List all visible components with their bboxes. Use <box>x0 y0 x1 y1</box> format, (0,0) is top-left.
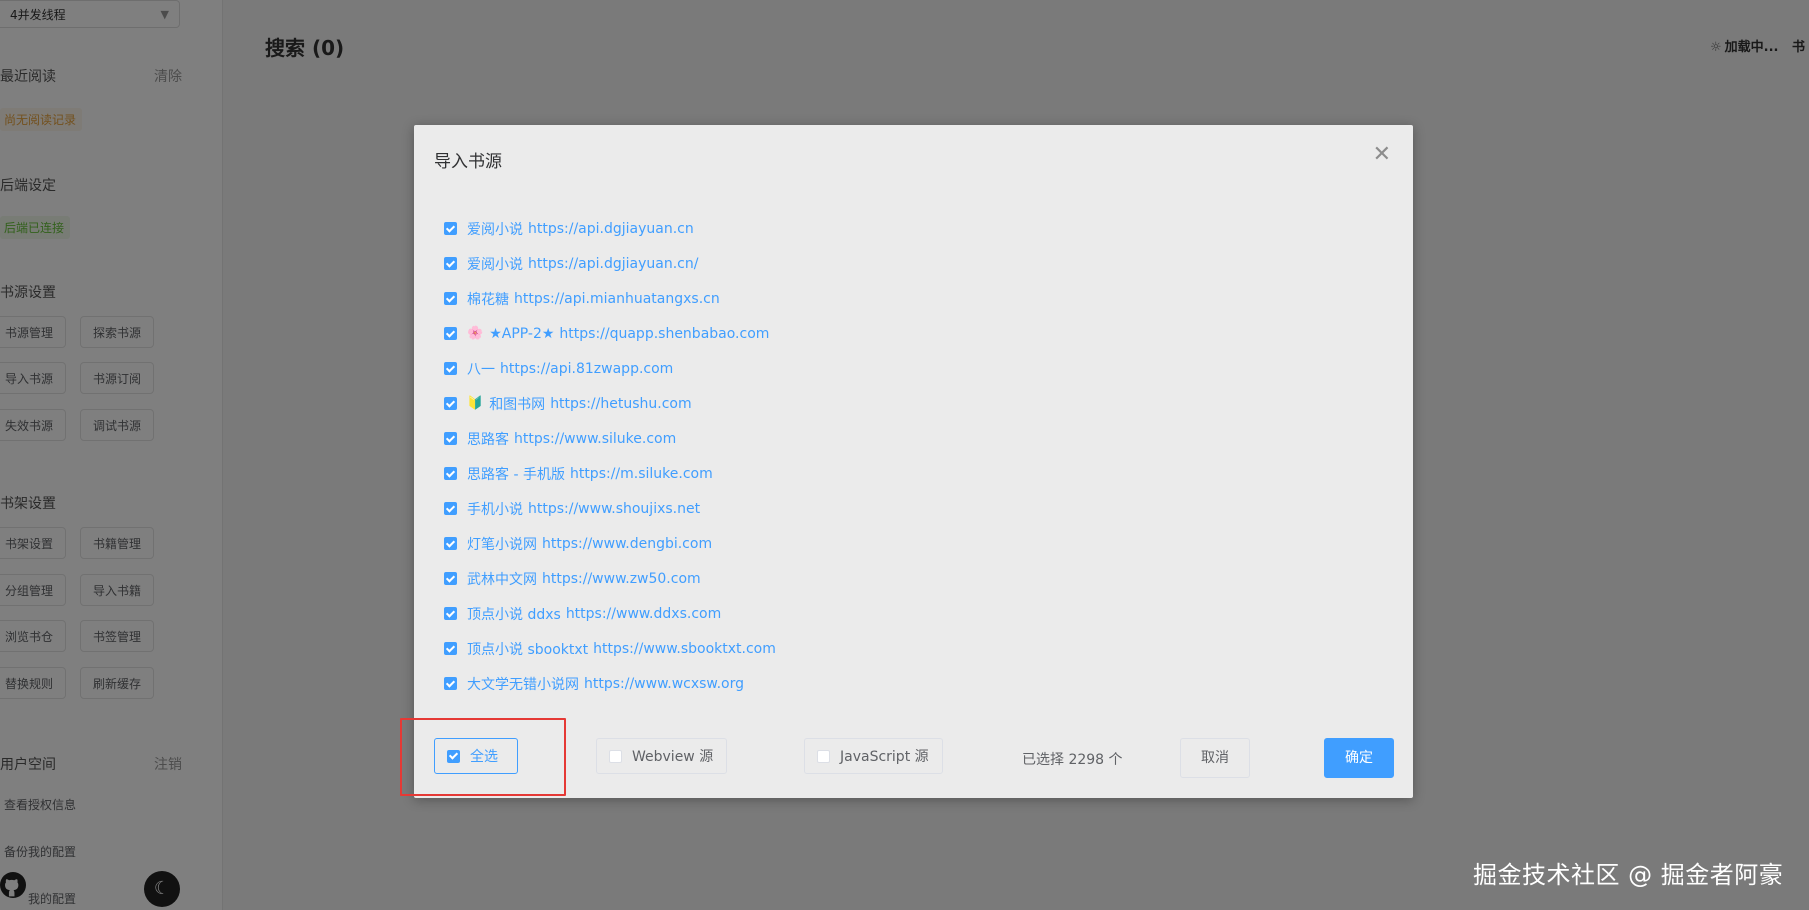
source-url: https://www.dengbi.com <box>542 535 713 552</box>
webview-label: Webview 源 <box>632 749 714 765</box>
source-item[interactable]: 🔰 和图书网 https://hetushu.com <box>444 386 776 421</box>
source-url: https://hetushu.com <box>550 395 692 412</box>
webview-check-icon <box>609 749 622 763</box>
source-url: https://api.mianhuatangxs.cn <box>514 290 720 307</box>
source-item[interactable]: 大文学无错小说网 https://www.wcxsw.org <box>444 666 776 701</box>
watermark: 掘金技术社区 @ 掘金者阿豪 <box>1473 861 1784 889</box>
javascript-label: JavaScript 源 <box>840 749 929 765</box>
source-checkbox-icon[interactable] <box>444 397 457 410</box>
source-name: 灯笔小说网 <box>467 536 537 553</box>
source-checkbox-icon[interactable] <box>444 362 457 375</box>
source-checkbox-icon[interactable] <box>444 537 457 550</box>
source-name: 大文学无错小说网 <box>467 676 579 693</box>
source-item[interactable]: 顶点小说 sbooktxt https://www.sbooktxt.com <box>444 631 776 666</box>
import-source-dialog: 导入书源 ✕ 爱阅小说 https://api.dgjiayuan.cn 爱阅小说 h… <box>414 125 1413 798</box>
source-item[interactable]: 思路客 - 手机版 https://m.siluke.com <box>444 456 776 491</box>
source-url: https://www.ddxs.com <box>565 605 722 622</box>
source-url: https://m.siluke.com <box>569 465 713 482</box>
source-list: 爱阅小说 https://api.dgjiayuan.cn 爱阅小说 https://… <box>444 211 776 701</box>
confirm-button[interactable]: 确定 <box>1324 738 1394 778</box>
source-checkbox-icon[interactable] <box>444 677 457 690</box>
source-checkbox-icon[interactable] <box>444 327 457 340</box>
source-name: 顶点小说 sbooktxt <box>467 641 589 658</box>
source-url: https://api.dgjiayuan.cn <box>528 220 694 237</box>
source-item[interactable]: 思路客 https://www.siluke.com <box>444 421 776 456</box>
source-checkbox-icon[interactable] <box>444 502 457 515</box>
source-url: https://www.zw50.com <box>542 570 701 587</box>
cancel-button[interactable]: 取消 <box>1180 738 1250 778</box>
source-url: https://www.siluke.com <box>514 430 677 447</box>
source-checkbox-icon[interactable] <box>444 467 457 480</box>
source-item[interactable]: 八一 https://api.81zwapp.com <box>444 351 776 386</box>
selected-count: 已选择 2298 个 <box>1022 752 1123 768</box>
source-name: 和图书网 <box>489 396 546 413</box>
javascript-check-icon <box>817 749 830 763</box>
source-checkbox-icon[interactable] <box>444 222 457 235</box>
source-checkbox-icon[interactable] <box>444 432 457 445</box>
source-name: ★APP-2★ <box>489 325 555 342</box>
source-name: 思路客 - 手机版 <box>467 466 565 483</box>
source-checkbox-icon[interactable] <box>444 607 457 620</box>
source-url: https://www.wcxsw.org <box>584 675 745 692</box>
javascript-source-checkbox[interactable]: JavaScript 源 <box>804 738 943 774</box>
source-name: 顶点小说 ddxs <box>467 606 561 623</box>
source-item[interactable]: 武林中文网 https://www.zw50.com <box>444 561 776 596</box>
source-name: 手机小说 <box>467 501 523 518</box>
source-item[interactable]: 爱阅小说 https://api.dgjiayuan.cn <box>444 211 776 246</box>
source-name: 武林中文网 <box>467 571 537 588</box>
source-item[interactable]: 爱阅小说 https://api.dgjiayuan.cn/ <box>444 246 776 281</box>
source-checkbox-icon[interactable] <box>444 257 457 270</box>
source-url: https://www.shoujixs.net <box>528 500 701 517</box>
source-name: 爱阅小说 <box>467 256 523 273</box>
source-item[interactable]: 灯笔小说网 https://www.dengbi.com <box>444 526 776 561</box>
highlight-annotation-box <box>400 718 566 796</box>
source-item[interactable]: 🌸 ★APP-2★ https://quapp.shenbabao.com <box>444 316 776 351</box>
source-name: 八一 <box>467 361 495 378</box>
source-checkbox-icon[interactable] <box>444 292 457 305</box>
source-name: 思路客 <box>467 431 509 448</box>
source-emoji-icon: 🌸 <box>467 326 484 341</box>
source-item[interactable]: 顶点小说 ddxs https://www.ddxs.com <box>444 596 776 631</box>
source-url: https://api.dgjiayuan.cn/ <box>528 255 699 272</box>
source-url: https://api.81zwapp.com <box>500 360 674 377</box>
source-checkbox-icon[interactable] <box>444 642 457 655</box>
source-url: https://quapp.shenbabao.com <box>559 325 770 342</box>
source-name: 爱阅小说 <box>467 221 523 238</box>
source-item[interactable]: 棉花糖 https://api.mianhuatangxs.cn <box>444 281 776 316</box>
source-emoji-icon: 🔰 <box>467 396 484 411</box>
dialog-title: 导入书源 <box>434 152 502 172</box>
webview-source-checkbox[interactable]: Webview 源 <box>596 738 727 774</box>
source-item[interactable]: 手机小说 https://www.shoujixs.net <box>444 491 776 526</box>
close-icon[interactable]: ✕ <box>1373 143 1391 167</box>
source-url: https://www.sbooktxt.com <box>593 640 776 657</box>
source-name: 棉花糖 <box>467 291 509 308</box>
source-checkbox-icon[interactable] <box>444 572 457 585</box>
